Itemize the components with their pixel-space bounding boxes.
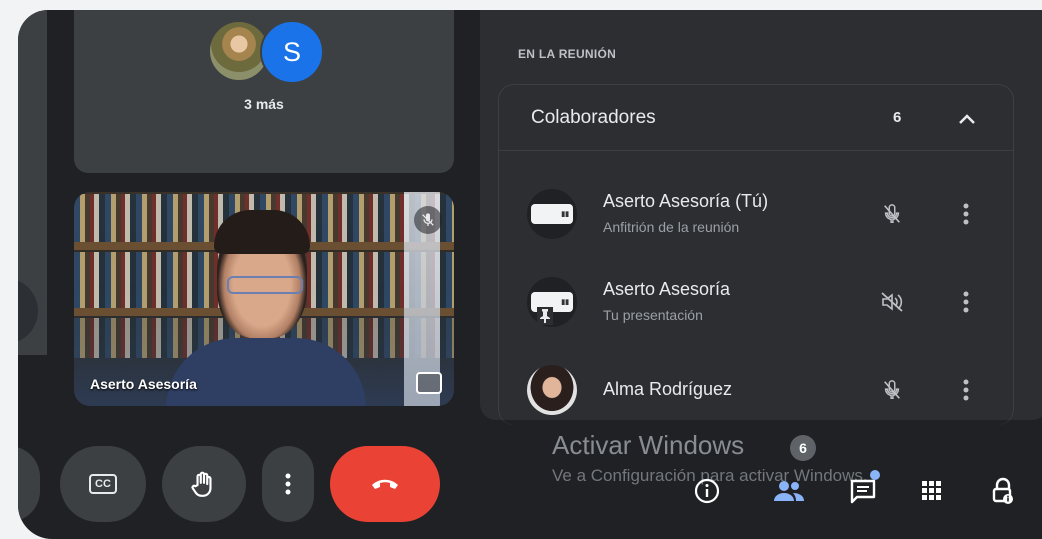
chat-notification-dot [870,470,880,480]
more-vert-icon [285,473,291,495]
partial-avatar [18,278,38,344]
more-vert-icon[interactable] [947,195,985,233]
participant-row[interactable]: ▮▮ Aserto Asesoría Tu presentación [499,259,1013,345]
apps-icon[interactable] [915,472,953,510]
meet-window: S 3 más Aserto Asesoría CC EN LA REUNIÓN… [18,10,1042,539]
participant-role: Anfitrión de la reunión [603,219,740,235]
windows-watermark-title: Activar Windows [552,430,745,460]
panel-heading: EN LA REUNIÓN [518,47,617,61]
participant-row[interactable]: ▮▮ Aserto Asesoría (Tú) Anfitrión de la … [499,171,1013,257]
audio-off-icon[interactable] [873,283,911,321]
pin-icon [537,307,553,325]
participant-avatar-letter: S [260,20,324,84]
mic-off-icon [414,206,442,234]
people-icon[interactable] [770,472,808,510]
participant-name: Alma Rodríguez [603,379,733,399]
participant-name: Aserto Asesoría (Tú) [603,191,769,211]
self-tile-name: Aserto Asesoría [90,376,197,392]
participants-count-badge: 6 [790,435,816,461]
left-participant-tile[interactable] [18,10,47,355]
more-vert-icon[interactable] [947,371,985,409]
group-title: Colaboradores [531,107,656,128]
participant-avatar: ▮▮ [527,189,577,239]
lock-icon[interactable] [984,472,1022,510]
chat-icon[interactable] [844,470,882,510]
captions-icon: CC [89,474,117,494]
raise-hand-button[interactable] [162,446,246,522]
group-count: 6 [893,109,902,126]
group-header[interactable]: Colaboradores 6 [499,85,1013,151]
logo-icon: ▮▮ [531,204,573,224]
call-end-icon [372,479,398,489]
person-hair [214,210,310,254]
others-tile[interactable]: S 3 más [74,10,454,173]
glasses [227,276,303,294]
participant-row[interactable]: Alma Rodríguez [499,347,1013,433]
chevron-up-icon[interactable] [951,103,983,135]
pip-icon[interactable] [416,372,442,394]
collaborators-group: Colaboradores 6 ▮▮ Aserto Asesoría (Tú) … [498,84,1014,425]
self-video-tile[interactable]: Aserto Asesoría [74,192,454,406]
participant-name: Aserto Asesoría [603,279,731,299]
participant-role: Tu presentación [603,307,703,323]
participant-avatar [527,365,577,415]
mic-off-icon[interactable] [873,371,911,409]
mic-off-icon[interactable] [873,195,911,233]
captions-button[interactable]: CC [60,446,146,522]
control-bar: CC [18,446,458,522]
others-count-label: 3 más [244,96,284,112]
mic-button[interactable] [18,446,40,522]
info-icon[interactable] [688,472,726,510]
leave-call-button[interactable] [330,446,440,522]
more-vert-icon[interactable] [947,283,985,321]
more-options-button[interactable] [262,446,314,522]
people-panel: EN LA REUNIÓN Colaboradores 6 ▮▮ Aserto … [480,10,1042,425]
hand-icon [191,471,212,497]
